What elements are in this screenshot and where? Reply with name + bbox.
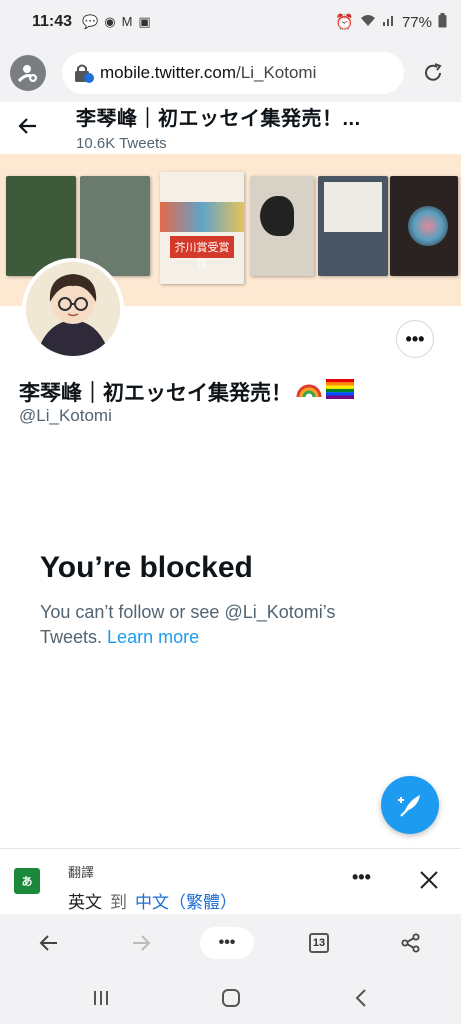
compose-feather-icon	[398, 795, 420, 817]
system-navigation-bar	[0, 972, 461, 1024]
translate-bar: あ 翻譯 英文到中文（繁體） •••	[0, 848, 461, 914]
book-art	[260, 196, 294, 236]
site-info-icon[interactable]	[74, 62, 94, 84]
book-art	[324, 182, 382, 232]
translate-more-button[interactable]: •••	[352, 867, 371, 888]
mail-icon: M	[121, 14, 133, 29]
profile-handle: @Li_Kotomi	[19, 406, 112, 425]
browser-toolbar: ••• 13	[0, 914, 461, 972]
source-language[interactable]: 英文	[68, 893, 102, 912]
target-language[interactable]: 中文（繁體）	[135, 893, 237, 912]
profile-name-row: 李琴峰｜初エッセイ集発売！	[19, 377, 354, 407]
pride-flag-icon	[326, 379, 354, 405]
compose-tweet-button[interactable]	[381, 776, 439, 834]
profile-header: 李琴峰｜初エッセイ集発売！... 10.6K Tweets	[0, 102, 461, 154]
translate-close-button[interactable]	[416, 867, 442, 893]
browser-address-bar: mobile.twitter.com/Li_Kotomi	[0, 44, 461, 102]
blocked-title: You’re blocked	[40, 551, 253, 584]
url-path: /Li_Kotomi	[236, 63, 317, 82]
translate-title: 翻譯	[68, 865, 95, 880]
more-options-button[interactable]: •••	[396, 320, 434, 358]
blocked-message-block: You can’t follow or see @Li_Kotomi’s Twe…	[40, 600, 400, 650]
battery-percent: 77%	[401, 13, 432, 31]
status-time: 11:43	[32, 13, 73, 30]
share-button[interactable]	[396, 928, 426, 958]
alarm-icon: ⏰	[335, 14, 354, 31]
arrow-left-icon	[39, 935, 57, 951]
learn-more-link[interactable]: Learn more	[107, 627, 199, 647]
book-art	[160, 202, 244, 232]
reload-icon	[425, 63, 442, 81]
reload-button[interactable]	[418, 58, 448, 88]
translate-icon: あ	[14, 868, 40, 894]
home-icon	[222, 989, 240, 1007]
wifi-icon	[360, 13, 376, 31]
recent-apps-icon	[94, 991, 108, 1005]
message-icon: 💬	[82, 14, 99, 29]
share-icon	[401, 933, 420, 953]
status-bar: 11:43 💬 ◉ M ▣ ⏰ 77%	[0, 0, 461, 44]
browser-menu-button[interactable]: •••	[200, 927, 254, 959]
book-cover	[390, 176, 458, 276]
arrow-left-icon	[18, 118, 36, 134]
home-button[interactable]	[216, 986, 246, 1010]
chevron-left-icon	[355, 989, 366, 1007]
account-button[interactable]	[10, 55, 46, 91]
rainbow-icon	[296, 379, 322, 405]
image-icon: ▣	[138, 14, 151, 29]
book-cover	[250, 176, 314, 276]
url-domain: mobile.twitter.com	[100, 63, 237, 82]
book-cover	[318, 176, 388, 276]
to-word: 到	[110, 893, 127, 912]
url-input[interactable]: mobile.twitter.com/Li_Kotomi	[62, 52, 404, 94]
avatar-illustration	[26, 262, 120, 356]
browser-forward-button[interactable]	[126, 928, 156, 958]
signal-icon	[382, 13, 396, 31]
book-art	[408, 206, 448, 246]
profile-name: 李琴峰｜初エッセイ集発売！	[19, 382, 292, 405]
tab-count: 13	[309, 933, 329, 953]
system-indicators: ⏰ 77%	[335, 12, 447, 32]
tweet-count: 10.6K Tweets	[76, 135, 167, 152]
close-icon	[420, 871, 438, 889]
recent-apps-button[interactable]	[86, 986, 116, 1010]
notification-icons: 💬 ◉ M ▣	[82, 14, 151, 30]
account-icon	[17, 65, 37, 83]
more-icon: •••	[405, 328, 425, 349]
book-cover: 芥川賞受賞作	[160, 172, 244, 284]
obi-text: 芥川賞受賞作	[174, 241, 230, 270]
chat-icon: ◉	[104, 14, 116, 29]
tabs-button[interactable]: 13	[304, 928, 334, 958]
browser-back-button[interactable]	[34, 928, 64, 958]
system-back-button[interactable]	[346, 986, 376, 1010]
battery-icon	[438, 12, 447, 32]
arrow-right-icon	[133, 935, 151, 951]
header-title: 李琴峰｜初エッセイ集発売！...	[76, 108, 361, 130]
back-button[interactable]	[0, 104, 56, 148]
translate-languages: 英文到中文（繁體）	[68, 888, 237, 913]
profile-avatar[interactable]	[22, 258, 124, 360]
